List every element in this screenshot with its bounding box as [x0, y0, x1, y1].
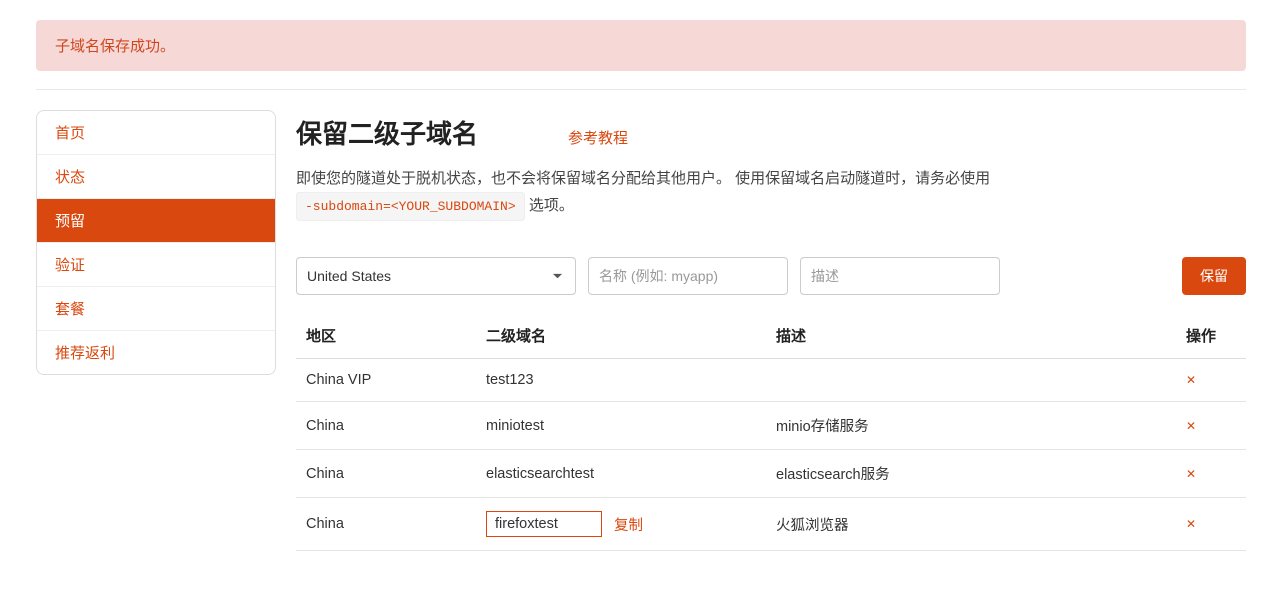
name-input[interactable]: [588, 257, 788, 295]
cell-region: China: [296, 498, 476, 551]
sidebar-item-verify[interactable]: 验证: [37, 243, 275, 287]
th-op: 操作: [1176, 313, 1246, 359]
code-subdomain-flag: -subdomain=<YOUR_SUBDOMAIN>: [296, 192, 525, 221]
copy-link[interactable]: 复制: [614, 514, 643, 535]
delete-icon[interactable]: ✕: [1186, 373, 1196, 387]
cell-desc: 火狐浏览器: [766, 498, 1176, 551]
cell-region: China VIP: [296, 359, 476, 402]
cell-region: China: [296, 402, 476, 450]
th-region: 地区: [296, 313, 476, 359]
desc-text-1: 即使您的隧道处于脱机状态，也不会将保留域名分配给其他用户。 使用保留域名启动隧道…: [296, 170, 990, 187]
th-subdomain: 二级域名: [476, 313, 766, 359]
sidebar-item-home[interactable]: 首页: [37, 111, 275, 155]
success-alert: 子域名保存成功。: [36, 20, 1246, 71]
sidebar: 首页 状态 预留 验证 套餐 推荐返利: [36, 110, 276, 375]
table-row: China firefoxtest 复制 火狐浏览器 ✕: [296, 498, 1246, 551]
table-row: China elasticsearchtest elasticsearch服务 …: [296, 450, 1246, 498]
delete-icon[interactable]: ✕: [1186, 517, 1196, 531]
delete-icon[interactable]: ✕: [1186, 467, 1196, 481]
cell-subdomain: miniotest: [476, 402, 766, 450]
sidebar-item-reserved[interactable]: 预留: [37, 199, 275, 243]
reserve-button[interactable]: 保留: [1182, 257, 1246, 295]
description: 即使您的隧道处于脱机状态，也不会将保留域名分配给其他用户。 使用保留域名启动隧道…: [296, 165, 1016, 221]
delete-icon[interactable]: ✕: [1186, 419, 1196, 433]
cell-subdomain: elasticsearchtest: [476, 450, 766, 498]
cell-desc: minio存储服务: [766, 402, 1176, 450]
alert-message: 子域名保存成功。: [55, 38, 175, 55]
table-row: China miniotest minio存储服务 ✕: [296, 402, 1246, 450]
cell-desc: elasticsearch服务: [766, 450, 1176, 498]
cell-subdomain: firefoxtest 复制: [476, 498, 766, 551]
subdomain-table: 地区 二级域名 描述 操作 China VIP test123 ✕ China: [296, 313, 1246, 551]
region-select[interactable]: United States: [296, 257, 576, 295]
sidebar-item-plan[interactable]: 套餐: [37, 287, 275, 331]
divider: [36, 89, 1246, 90]
tutorial-link[interactable]: 参考教程: [568, 127, 628, 148]
sidebar-item-referral[interactable]: 推荐返利: [37, 331, 275, 374]
desc-input[interactable]: [800, 257, 1000, 295]
cell-subdomain: test123: [476, 359, 766, 402]
highlighted-subdomain: firefoxtest: [486, 511, 602, 537]
page-title: 保留二级子域名: [296, 114, 478, 151]
desc-text-2: 选项。: [529, 197, 574, 214]
cell-region: China: [296, 450, 476, 498]
cell-desc: [766, 359, 1176, 402]
main-content: 保留二级子域名 参考教程 即使您的隧道处于脱机状态，也不会将保留域名分配给其他用…: [296, 110, 1246, 551]
sidebar-item-status[interactable]: 状态: [37, 155, 275, 199]
table-row: China VIP test123 ✕: [296, 359, 1246, 402]
th-desc: 描述: [766, 313, 1176, 359]
reserve-form: United States 保留: [296, 257, 1246, 295]
